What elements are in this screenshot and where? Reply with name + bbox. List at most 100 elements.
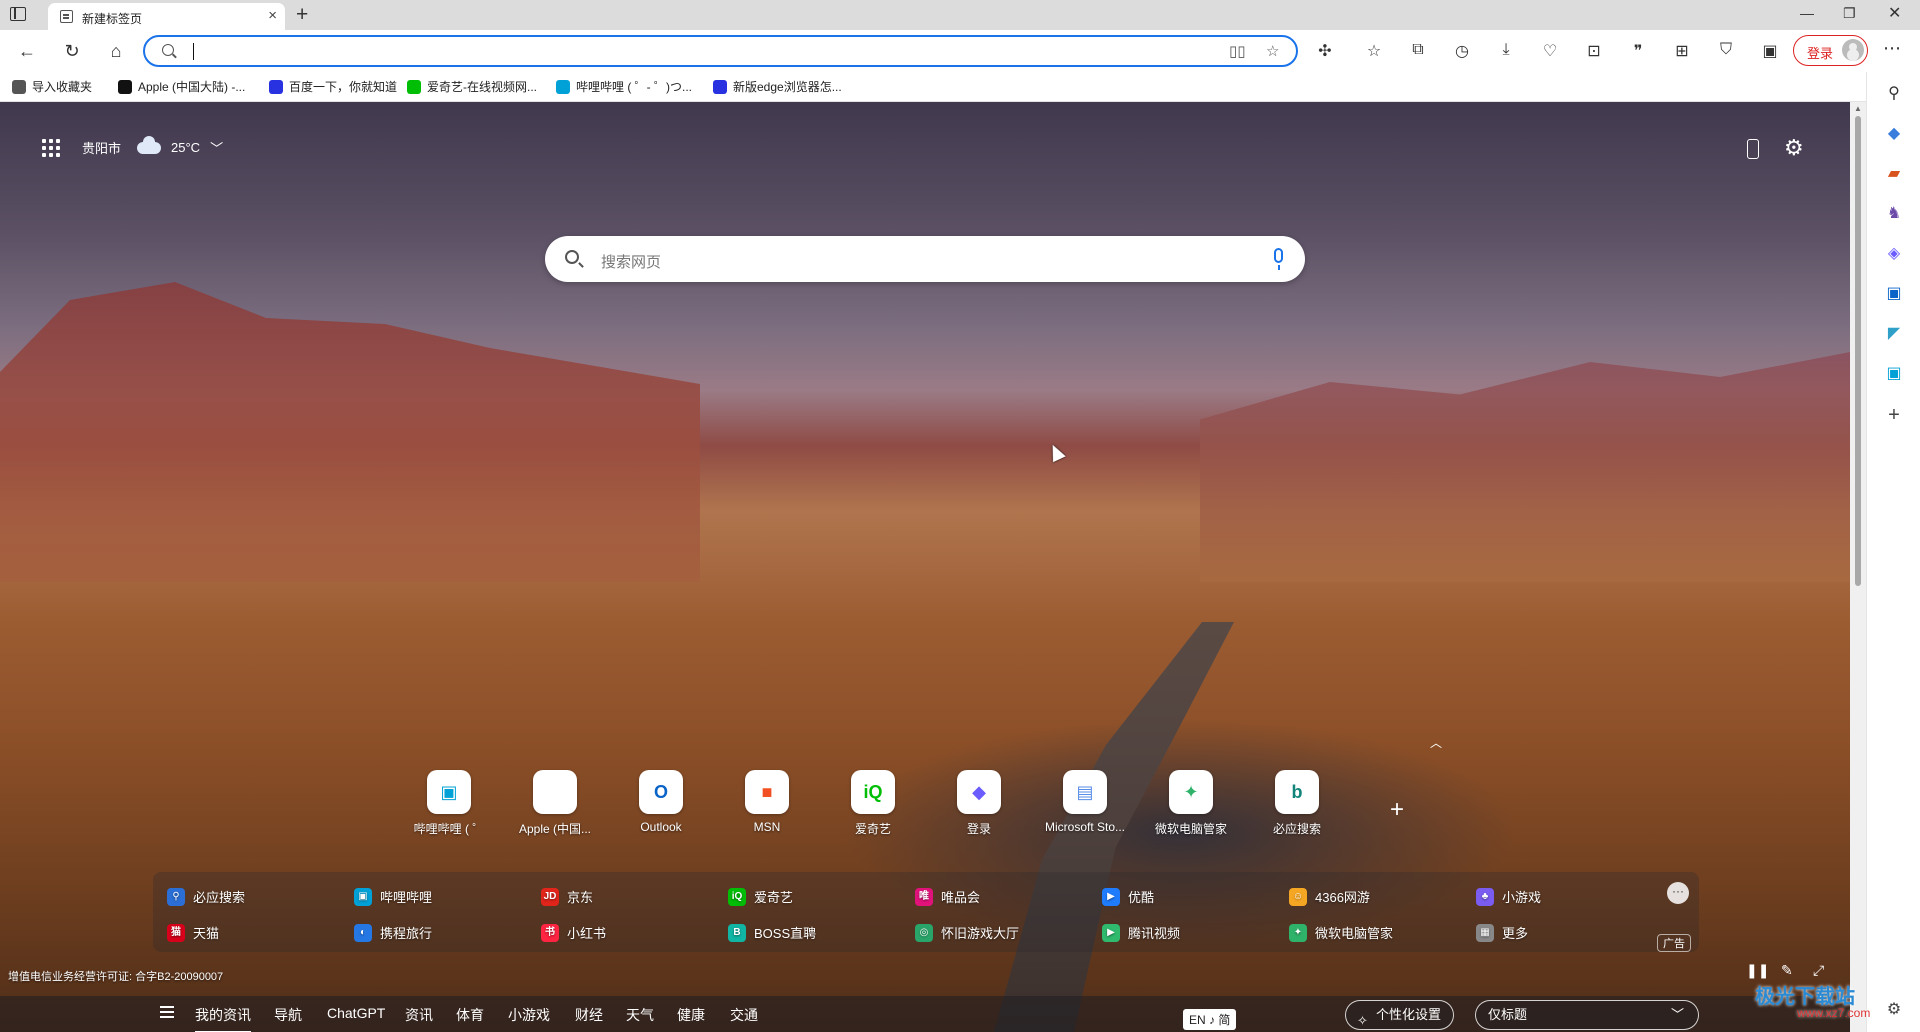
bookmark-item[interactable]: 新版edge浏览器怎... (713, 78, 842, 95)
app-launcher-icon[interactable] (42, 138, 60, 157)
nav-link[interactable]: ▶ 优酷 (1102, 887, 1154, 906)
extensions-icon[interactable]: ✣ (1315, 41, 1335, 61)
nav-link[interactable]: ♣ 小游戏 (1476, 887, 1541, 906)
quick-link-tile[interactable]: b 必应搜索 (1247, 770, 1347, 837)
expand-icon[interactable]: ⤢ (1813, 962, 1824, 979)
bilibili-icon[interactable]: ▣ (1883, 362, 1905, 384)
copilot-icon[interactable]: ◈ (1883, 242, 1905, 264)
weather-city[interactable]: 贵阳市 (82, 138, 121, 157)
news-tab[interactable]: 天气 (626, 1005, 654, 1025)
quick-link-tile[interactable]: O Outlook (611, 770, 711, 834)
personalize-button[interactable]: ✧ 个性化设置 (1345, 1000, 1455, 1030)
games-icon[interactable]: ♞ (1883, 202, 1905, 224)
refresh-icon[interactable]: ↻ (60, 39, 84, 63)
quick-link-tile[interactable]: Apple (中国... (505, 770, 605, 837)
quick-link-tile[interactable]: ◆ 登录 (929, 770, 1029, 837)
nav-link[interactable]: ⚲ 必应搜索 (167, 887, 245, 906)
more-menu-icon[interactable]: ⋯ (1882, 38, 1902, 59)
nav-link[interactable]: 唯唯品会 (915, 887, 980, 906)
news-tab[interactable]: 健康 (677, 1005, 705, 1025)
gear-icon[interactable]: ⚙ (1784, 136, 1804, 160)
drop-icon[interactable]: ◤ (1883, 322, 1905, 344)
nav-link[interactable]: ☺ 4366网游 (1289, 887, 1370, 906)
workspaces-icon[interactable] (10, 7, 26, 21)
bookmark-label: 新版edge浏览器怎... (733, 80, 842, 94)
address-bar[interactable]: ▯▯ ☆ (143, 35, 1298, 67)
news-tab[interactable]: 财经 (575, 1005, 603, 1025)
screenshot-icon[interactable]: ⊡ (1584, 41, 1604, 61)
chevron-down-icon[interactable]: ﹀ (210, 138, 223, 157)
page-scrollbar[interactable]: ▲ (1850, 102, 1866, 1032)
add-sidebar-app-icon[interactable]: + (1883, 404, 1905, 426)
downloads-icon[interactable]: ⤓ (1496, 41, 1516, 59)
sidebar-settings-icon[interactable]: ⚙ (1883, 998, 1905, 1020)
news-tab[interactable]: 资讯 (405, 1005, 433, 1025)
bookmark-item[interactable]: Apple (中国大陆) -... (118, 78, 245, 95)
nav-link[interactable]: ▶ 腾讯视频 (1102, 923, 1180, 942)
bookmark-item[interactable]: 爱奇艺-在线视频网... (407, 78, 537, 95)
add-favorite-icon[interactable]: ☆ (1266, 42, 1279, 60)
minimize-icon[interactable]: — (1800, 5, 1814, 21)
toolbox-icon[interactable]: ▰ (1883, 162, 1905, 184)
wallpaper-info-icon[interactable]: ✎ (1781, 962, 1793, 979)
pause-icon[interactable]: ❚❚ (1746, 962, 1769, 979)
nav-link[interactable]: 书小红书 (541, 923, 606, 942)
nav-link[interactable]: B BOSS直聘 (728, 923, 816, 942)
news-tab[interactable]: 小游戏 (508, 1005, 550, 1025)
profile-login-button[interactable]: 登录 (1793, 35, 1868, 66)
weather-temp[interactable]: 25°C (171, 140, 200, 155)
quick-link-tile[interactable]: iQ 爱奇艺 (823, 770, 923, 837)
restore-icon[interactable]: ❐ (1843, 5, 1856, 22)
quick-link-tile[interactable]: ▤ Microsoft Sto... (1035, 770, 1135, 834)
shopping-tag-icon[interactable]: ◆ (1883, 122, 1905, 144)
web-search-box[interactable]: 搜索网页 (545, 236, 1305, 282)
collections-icon[interactable]: ⧉ (1408, 41, 1428, 59)
news-tab[interactable]: 交通 (730, 1005, 758, 1025)
news-tab[interactable]: 体育 (456, 1005, 484, 1025)
browser-essentials-icon[interactable]: ⛉ (1716, 41, 1736, 59)
bookmark-item[interactable]: 导入收藏夹 (12, 78, 92, 95)
performance-icon[interactable]: ♡ (1540, 41, 1560, 61)
new-tab-button[interactable]: + (296, 3, 308, 27)
quick-link-tile[interactable]: ✦ 微软电脑管家 (1141, 770, 1241, 837)
apps-icon[interactable]: ⊞ (1672, 41, 1692, 61)
quick-link-tile[interactable]: ■ MSN (717, 770, 817, 834)
bookmark-item[interactable]: 百度一下，你就知道 (269, 78, 397, 95)
bookmark-item[interactable]: 哔哩哔哩 ( ゜- ゜)つ... (556, 78, 692, 95)
nav-link[interactable]: 猫天猫 (167, 923, 219, 942)
nav-link[interactable]: iQ 爱奇艺 (728, 887, 793, 906)
nav-link[interactable]: JD 京东 (541, 887, 593, 906)
news-tab[interactable]: ChatGPT (327, 1005, 385, 1021)
quick-link-tile[interactable]: ▣ 哔哩哔哩 ( ゜ (399, 770, 499, 837)
menu-icon[interactable] (160, 1006, 174, 1008)
chevron-up-icon[interactable]: ︿ (1430, 734, 1442, 751)
favorites-icon[interactable]: ☆ (1364, 41, 1384, 61)
back-icon[interactable]: ← (15, 39, 39, 63)
search-icon[interactable]: ⚲ (1883, 82, 1905, 104)
microphone-icon[interactable] (1274, 248, 1283, 270)
close-window-icon[interactable]: ✕ (1888, 3, 1901, 23)
layout-select[interactable]: 仅标题 ﹀ (1475, 1000, 1699, 1030)
tab-new-tab[interactable]: 新建标签页 × (48, 3, 285, 30)
nav-link[interactable]: ▦ 更多 (1476, 923, 1528, 942)
history-icon[interactable]: ◷ (1452, 41, 1472, 61)
quote-icon[interactable]: ❞ (1628, 41, 1648, 61)
nav-link-label: 哔哩哔哩 (380, 890, 433, 905)
outlook-icon[interactable]: ▣ (1883, 282, 1905, 304)
news-tab[interactable]: 导航 (274, 1005, 302, 1025)
sidebar-toggle-icon[interactable]: ▣ (1760, 41, 1780, 61)
close-tab-icon[interactable]: × (268, 7, 277, 25)
nav-link[interactable]: ▣ 哔哩哔哩 (354, 887, 432, 906)
add-shortcut-icon[interactable]: + (1390, 796, 1404, 824)
license-text[interactable]: 增值电信业务经营许可证: 合字B2-20090007 (8, 968, 223, 984)
mobile-icon[interactable] (1747, 139, 1759, 159)
scrollbar-thumb[interactable] (1855, 116, 1861, 586)
nav-link[interactable]: ✦ 微软电脑管家 (1289, 923, 1393, 942)
home-icon[interactable]: ⌂ (104, 39, 128, 63)
nav-link[interactable]: ◎ 怀旧游戏大厅 (915, 923, 1019, 942)
more-options-icon[interactable]: ··· (1667, 882, 1689, 904)
scroll-up-icon[interactable]: ▲ (1854, 104, 1862, 113)
nav-link[interactable]: ◐ 携程旅行 (354, 923, 432, 942)
reader-view-icon[interactable]: ▯▯ (1229, 42, 1246, 60)
news-tab[interactable]: 我的资讯 (195, 1005, 251, 1032)
